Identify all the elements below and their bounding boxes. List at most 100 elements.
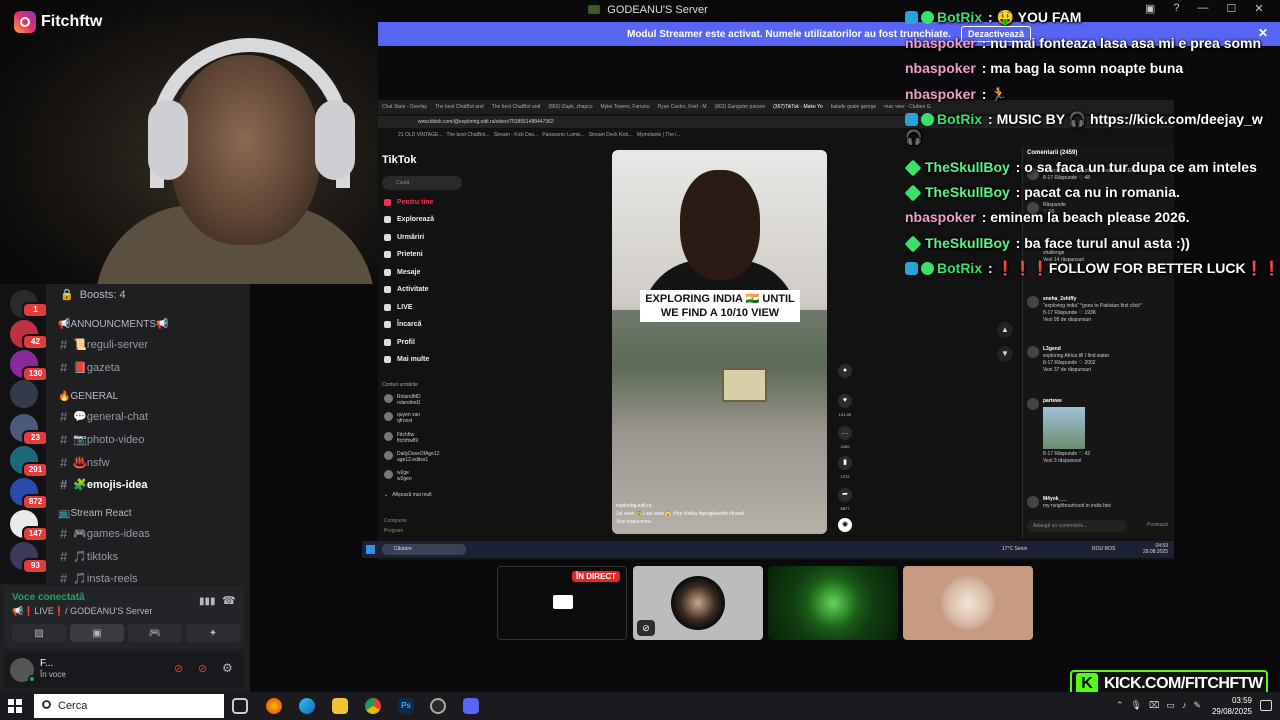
bookmark[interactable]: Stream Deck Kick... [589,132,633,138]
view-replies[interactable]: Vezi 37 de răspunsuri [1043,367,1109,374]
chat-username[interactable]: BotRix [937,260,982,276]
followed-account[interactable]: RolandMD rolandmd1 [384,394,421,406]
shared-taskbar-search[interactable]: Căutare [382,544,466,555]
comment-input[interactable]: Adaugă un comentariu... [1027,520,1127,532]
taskbar-clock[interactable]: 03:59 29/08/2025 [1212,695,1252,717]
show-more-accounts[interactable]: ⌄ Afișează mai mult [384,492,432,498]
chat-username[interactable]: nbaspoker [905,35,976,51]
bookmark[interactable]: Panasonic Lumix... [542,132,584,138]
channel-nsfw[interactable]: # ♨️nsfw [60,455,110,470]
video-author[interactable]: exploring.edit.ra [616,502,744,510]
windows-start-icon[interactable] [366,545,375,554]
bookmark[interactable]: Mymotants | The i... [637,132,681,138]
chat-username[interactable]: BotRix [937,111,982,127]
nav-upload[interactable]: Încarcă [384,321,422,328]
chrome-icon[interactable] [365,698,381,714]
volume-icon[interactable]: ♪ [1182,700,1187,711]
deafen-icon[interactable]: ⊘ [198,662,207,675]
chevron-up-icon[interactable]: ⌃ [1116,700,1124,711]
footer-program[interactable]: Program [384,528,403,534]
chevron-down-icon[interactable]: ▼ [997,346,1013,362]
channel-reguli-server[interactable]: # 📜reguli-server [60,337,148,352]
taskbar-search-input[interactable]: Cerca [34,694,224,718]
soundboard-icon[interactable]: ✦ [186,624,240,642]
nav-explore[interactable]: Explorează [384,216,434,223]
followed-account[interactable]: DailyDoseOfAge12 age12.editss1 [384,451,440,463]
nav-for-you[interactable]: Pentru tine [384,199,434,206]
camera-off-icon[interactable]: ▨ [12,624,66,642]
task-view-icon[interactable] [232,698,248,714]
nav-live[interactable]: LIVE [384,304,413,311]
network-icon[interactable]: ▭ [1166,700,1175,711]
browser-tab[interactable]: Myke Towers, Farruko [601,104,650,110]
view-replies[interactable]: Vezi 95 de răspunsuri [1043,317,1142,324]
disconnect-icon[interactable]: ☎ [222,594,236,607]
sound-disc-icon[interactable]: ◉ [838,518,852,532]
category-general[interactable]: 🔥GENERAL [58,391,118,402]
chevron-up-icon[interactable]: ▲ [997,322,1013,338]
post-comment-button[interactable]: Postează [1147,522,1168,528]
creator-avatar[interactable]: ● [838,364,852,378]
bookmark[interactable]: Stream - Kick Das... [494,132,538,138]
channel-photo-video[interactable]: # 📷photo-video [60,432,144,447]
browser-tab[interactable]: balade goale george [831,104,877,110]
camera-icon[interactable]: ⌧ [1149,700,1159,711]
nav-friends[interactable]: Prieteni [384,251,423,258]
voice-server[interactable]: 📢❗LIVE❗/ GODEANU'S Server [12,606,152,617]
chat-username[interactable]: BotRix [937,9,982,25]
server-icon[interactable] [10,380,38,408]
chat-username[interactable]: nbaspoker [905,209,976,225]
channel-general-chat[interactable]: # 💬general-chat [60,409,148,424]
firefox-icon[interactable] [266,698,282,714]
activity-icon[interactable]: 🎮 [128,624,182,642]
chat-username[interactable]: TheSkullBoy [925,235,1010,251]
chat-username[interactable]: nbaspoker [905,60,976,76]
participant-tile-stream[interactable]: ÎN DIRECT [497,566,627,640]
participant-tile[interactable] [903,566,1033,640]
obs-icon[interactable] [430,698,446,714]
photoshop-icon[interactable]: Ps [398,698,414,714]
participant-tile[interactable]: ⊘ [633,566,763,640]
voice-status[interactable]: Voce conectată [12,592,85,603]
tiktok-search-input[interactable]: Caută [382,176,462,190]
browser-tab[interactable]: (863) iZapk, zhapco [548,104,592,110]
nav-messages[interactable]: Mesaje [384,269,420,276]
discord-icon[interactable] [463,698,479,714]
browser-tab[interactable]: The best ChatBot and [435,104,484,110]
chat-username[interactable]: nbaspoker [905,86,976,102]
user-name[interactable]: F... [40,658,53,669]
share-icon[interactable]: ➦ [838,488,852,502]
channel-emojis-idea[interactable]: # 🧩emojis-idea [60,477,147,492]
video-more-icon[interactable]: ··· [813,152,821,161]
pen-icon[interactable]: ✎ [1193,700,1201,711]
nav-activity[interactable]: Activitate [384,286,429,293]
category-announcements[interactable]: 📢ANNOUNCMENTS📢 [58,319,168,330]
chat-username[interactable]: TheSkullBoy [925,184,1010,200]
like-icon[interactable]: ♥ [838,394,852,408]
windows-start-icon[interactable] [8,699,22,713]
comment-icon[interactable]: … [838,426,852,440]
followed-account[interactable]: quyen van qfroost [384,412,420,424]
bookmark[interactable]: The best ChatBot... [446,132,489,138]
participant-tile[interactable] [768,566,898,640]
browser-tab[interactable]: (863) Gangster paruon [715,104,766,110]
browser-tab[interactable]: The best ChatBot and [492,104,541,110]
followed-account[interactable]: Fitchftw fitchftw89 [384,432,418,444]
server-boosts[interactable]: 🔒 Boosts: 4 [60,288,126,302]
file-explorer-icon[interactable] [332,698,348,714]
category-stream-react[interactable]: 📺Stream React [58,508,132,519]
tiktok-video[interactable]: EXPLORING INDIA 🇮🇳 UNTIL WE FIND A 10/10… [612,150,827,534]
footer-company[interactable]: Companie [384,518,407,524]
channel-games-ideas[interactable]: # 🎮games-ideas [60,526,150,541]
channel-insta-reels[interactable]: # 🎵insta-reels [60,571,138,586]
browser-tab[interactable]: (367)TikTok - Make Yo [773,104,823,110]
settings-gear-icon[interactable]: ⚙ [222,661,233,675]
channel-tiktoks[interactable]: # 🎵tiktoks [60,549,118,564]
channel-gazeta[interactable]: # 📕gazeta [60,360,120,375]
browser-tab[interactable]: Ryan Castro, Feid - M [658,104,707,110]
tiktok-logo[interactable]: TikTok [382,154,416,166]
followed-account[interactable]: w2ge w2geo [384,470,412,482]
view-replies[interactable]: Vezi 3 răspunsuri [1043,458,1090,465]
chat-username[interactable]: TheSkullBoy [925,159,1010,175]
notifications-icon[interactable] [1260,700,1272,711]
